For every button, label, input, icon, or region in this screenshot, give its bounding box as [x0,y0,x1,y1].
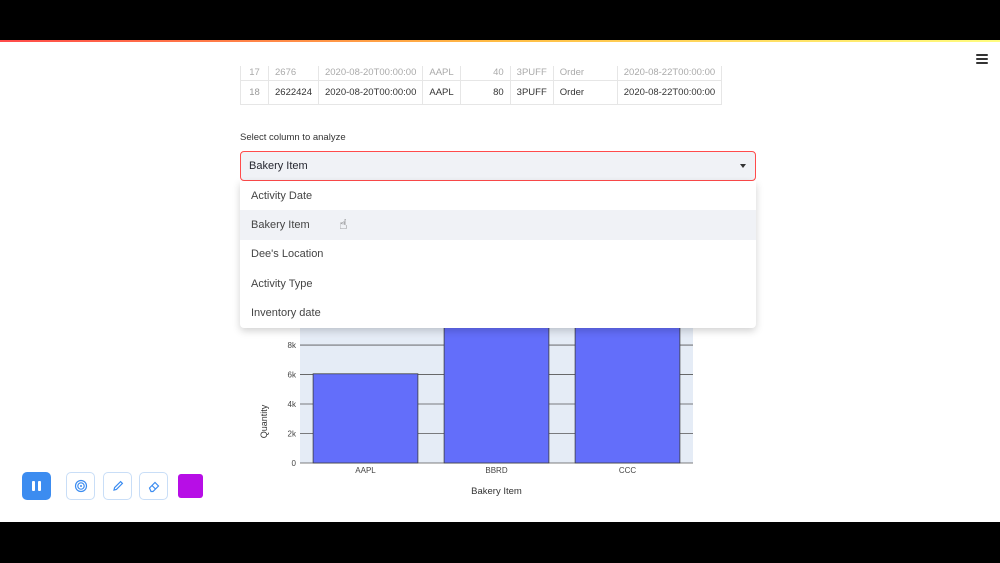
table-cell: 2676 [268,66,319,81]
y-tick-label: 8k [288,341,297,350]
pen-color-swatch[interactable] [178,474,203,498]
table-cell: AAPL [422,66,461,81]
x-axis-title: Bakery Item [471,486,522,497]
option-dees-location[interactable]: Dee's Location [240,240,756,269]
video-frame: 17 2676 2020-08-20T00:00:00 AAPL 40 3PUF… [0,0,1000,563]
bar [312,373,419,464]
pencil-icon [112,480,123,491]
y-tick-label: 6k [288,371,297,380]
table-cell: 3PUFF [509,79,554,105]
table-cell: 2622424 [268,79,319,105]
y-tick-label: 4k [288,400,297,409]
table-row: 17 2676 2020-08-20T00:00:00 AAPL 40 3PUF… [240,66,723,81]
x-tick-label: CCC [619,466,637,475]
x-tick-label: AAPL [355,466,376,475]
pause-icon-bar [38,481,41,491]
pause-button[interactable] [22,472,51,500]
y-tick-label: 2k [288,430,297,439]
eraser-icon [148,481,159,493]
table-cell: Order [552,66,618,81]
y-axis-title: Quantity [259,404,269,438]
fingerprint-button[interactable] [66,472,95,500]
column-select[interactable]: Bakery Item [240,151,756,181]
pause-icon [32,481,35,491]
y-tick-label: 0 [292,459,297,468]
table-cell: 3PUFF [509,66,554,81]
app-page: 17 2676 2020-08-20T00:00:00 AAPL 40 3PUF… [0,40,1000,522]
table-cell: 2020-08-22T00:00:00 [616,79,723,105]
app-header-decoration [0,40,1000,42]
table-cell: 2020-08-22T00:00:00 [616,66,723,81]
bar [443,320,550,464]
select-value: Bakery Item [249,160,308,172]
option-activity-type[interactable]: Activity Type [240,269,756,298]
hamburger-menu-icon[interactable] [976,54,988,64]
select-dropdown-menu: Activity Date Bakery Item Dee's Location… [240,181,756,328]
table-row: 18 2622424 2020-08-20T00:00:00 AAPL 80 3… [240,79,723,105]
pencil-button[interactable] [103,472,132,500]
option-inventory-date[interactable]: Inventory date [240,299,756,328]
table-cell: 40 [459,66,511,81]
table-cell: 80 [459,79,511,105]
table-cell: AAPL [422,79,461,105]
option-activity-date[interactable]: Activity Date [240,181,756,210]
caret-down-icon [740,164,746,168]
table-row-index: 18 [240,79,269,105]
eraser-button[interactable] [139,472,168,500]
hand-cursor-icon: ☝ [339,216,348,232]
x-tick-label: BBRD [485,466,507,475]
table-cell: 2020-08-20T00:00:00 [317,66,424,81]
table-cell: 17 [240,66,269,81]
data-table: 17 2676 2020-08-20T00:00:00 AAPL 40 3PUF… [240,66,723,105]
table-cell: 2020-08-20T00:00:00 [317,79,424,105]
bar-chart: 0 2k 4k 6k 8k AAPL BBRD CCC Bakery Item Quantity [259,320,693,497]
bar [574,320,681,464]
fingerprint-icon [74,479,87,493]
select-label: Select column to analyze [240,132,346,143]
option-bakery-item[interactable]: Bakery Item [240,210,756,240]
table-cell: Order [552,79,618,105]
